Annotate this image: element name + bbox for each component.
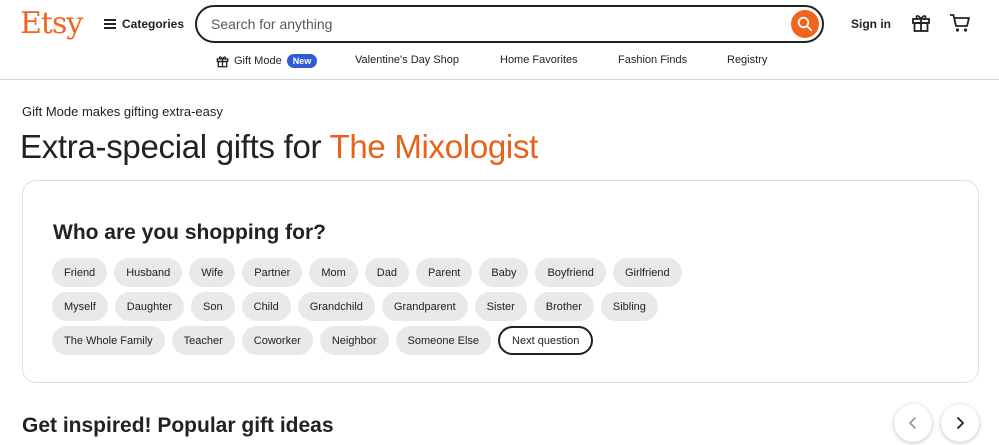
chip-row-2: Myself Daughter Son Child Grandchild Gra… [52,292,658,321]
chip-row-3: The Whole Family Teacher Coworker Neighb… [52,326,594,355]
site-header: Etsy Categories Sign in [0,0,999,80]
chip-daughter[interactable]: Daughter [114,292,185,321]
nav-registry[interactable]: Registry [727,54,767,66]
chip-coworker[interactable]: Coworker [241,326,313,355]
chip-whole-family[interactable]: The Whole Family [52,326,165,355]
chip-dad[interactable]: Dad [364,258,409,287]
chip-friend[interactable]: Friend [52,258,108,287]
chip-girlfriend[interactable]: Girlfriend [612,258,682,287]
chip-someone-else[interactable]: Someone Else [395,326,492,355]
chip-neighbor[interactable]: Neighbor [319,326,389,355]
search-bar [195,5,824,43]
gift-icon[interactable] [911,13,931,33]
nav-home-favorites[interactable]: Home Favorites [500,54,578,66]
chip-boyfriend[interactable]: Boyfriend [535,258,606,287]
popular-gift-ideas-heading: Get inspired! Popular gift ideas [22,414,334,437]
nav-gift-mode-label: Gift Mode [234,55,282,67]
carousel-next-button[interactable] [941,404,979,442]
search-icon [797,16,813,32]
etsy-logo[interactable]: Etsy [20,6,83,41]
chip-mom[interactable]: Mom [309,258,358,287]
chip-child[interactable]: Child [241,292,291,321]
categories-button[interactable]: Categories [104,15,184,33]
categories-label: Categories [122,17,185,31]
chip-partner[interactable]: Partner [242,258,303,287]
eyebrow-text: Gift Mode makes gifting extra-easy [22,104,223,119]
new-badge: New [286,54,318,68]
gift-icon [216,55,229,67]
chip-wife[interactable]: Wife [189,258,236,287]
chevron-left-icon [909,417,916,429]
hamburger-icon [104,19,116,29]
chip-row-1: Friend Husband Wife Partner Mom Dad Pare… [52,258,682,287]
cart-icon[interactable] [949,13,971,33]
chip-son[interactable]: Son [191,292,235,321]
chip-brother[interactable]: Brother [533,292,594,321]
question-title: Who are you shopping for? [53,221,326,244]
nav-gift-mode[interactable]: Gift Mode New [216,54,318,68]
next-question-button[interactable]: Next question [498,326,594,355]
chip-parent[interactable]: Parent [415,258,473,287]
chip-baby[interactable]: Baby [479,258,529,287]
chevron-right-icon [957,417,964,429]
sign-in-link[interactable]: Sign in [851,17,891,31]
nav-fashion-finds[interactable]: Fashion Finds [618,54,687,66]
chip-myself[interactable]: Myself [52,292,108,321]
nav-valentines-day-shop[interactable]: Valentine's Day Shop [355,54,459,66]
headline-prefix: Extra-special gifts for [20,128,322,165]
search-button[interactable] [791,10,819,38]
carousel-prev-button[interactable] [894,404,932,442]
chip-sister[interactable]: Sister [474,292,527,321]
recipient-question-card: Who are you shopping for? Friend Husband… [22,180,979,383]
sub-navigation: Gift Mode New Valentine's Day Shop Home … [0,52,999,72]
chip-grandchild[interactable]: Grandchild [297,292,375,321]
chip-grandparent[interactable]: Grandparent [381,292,468,321]
chip-sibling[interactable]: Sibling [600,292,658,321]
page-headline: Extra-special gifts for The Mixologist [20,128,538,166]
headline-persona: The Mixologist [329,128,539,165]
search-input[interactable] [211,15,771,33]
chip-husband[interactable]: Husband [114,258,183,287]
chip-teacher[interactable]: Teacher [171,326,235,355]
